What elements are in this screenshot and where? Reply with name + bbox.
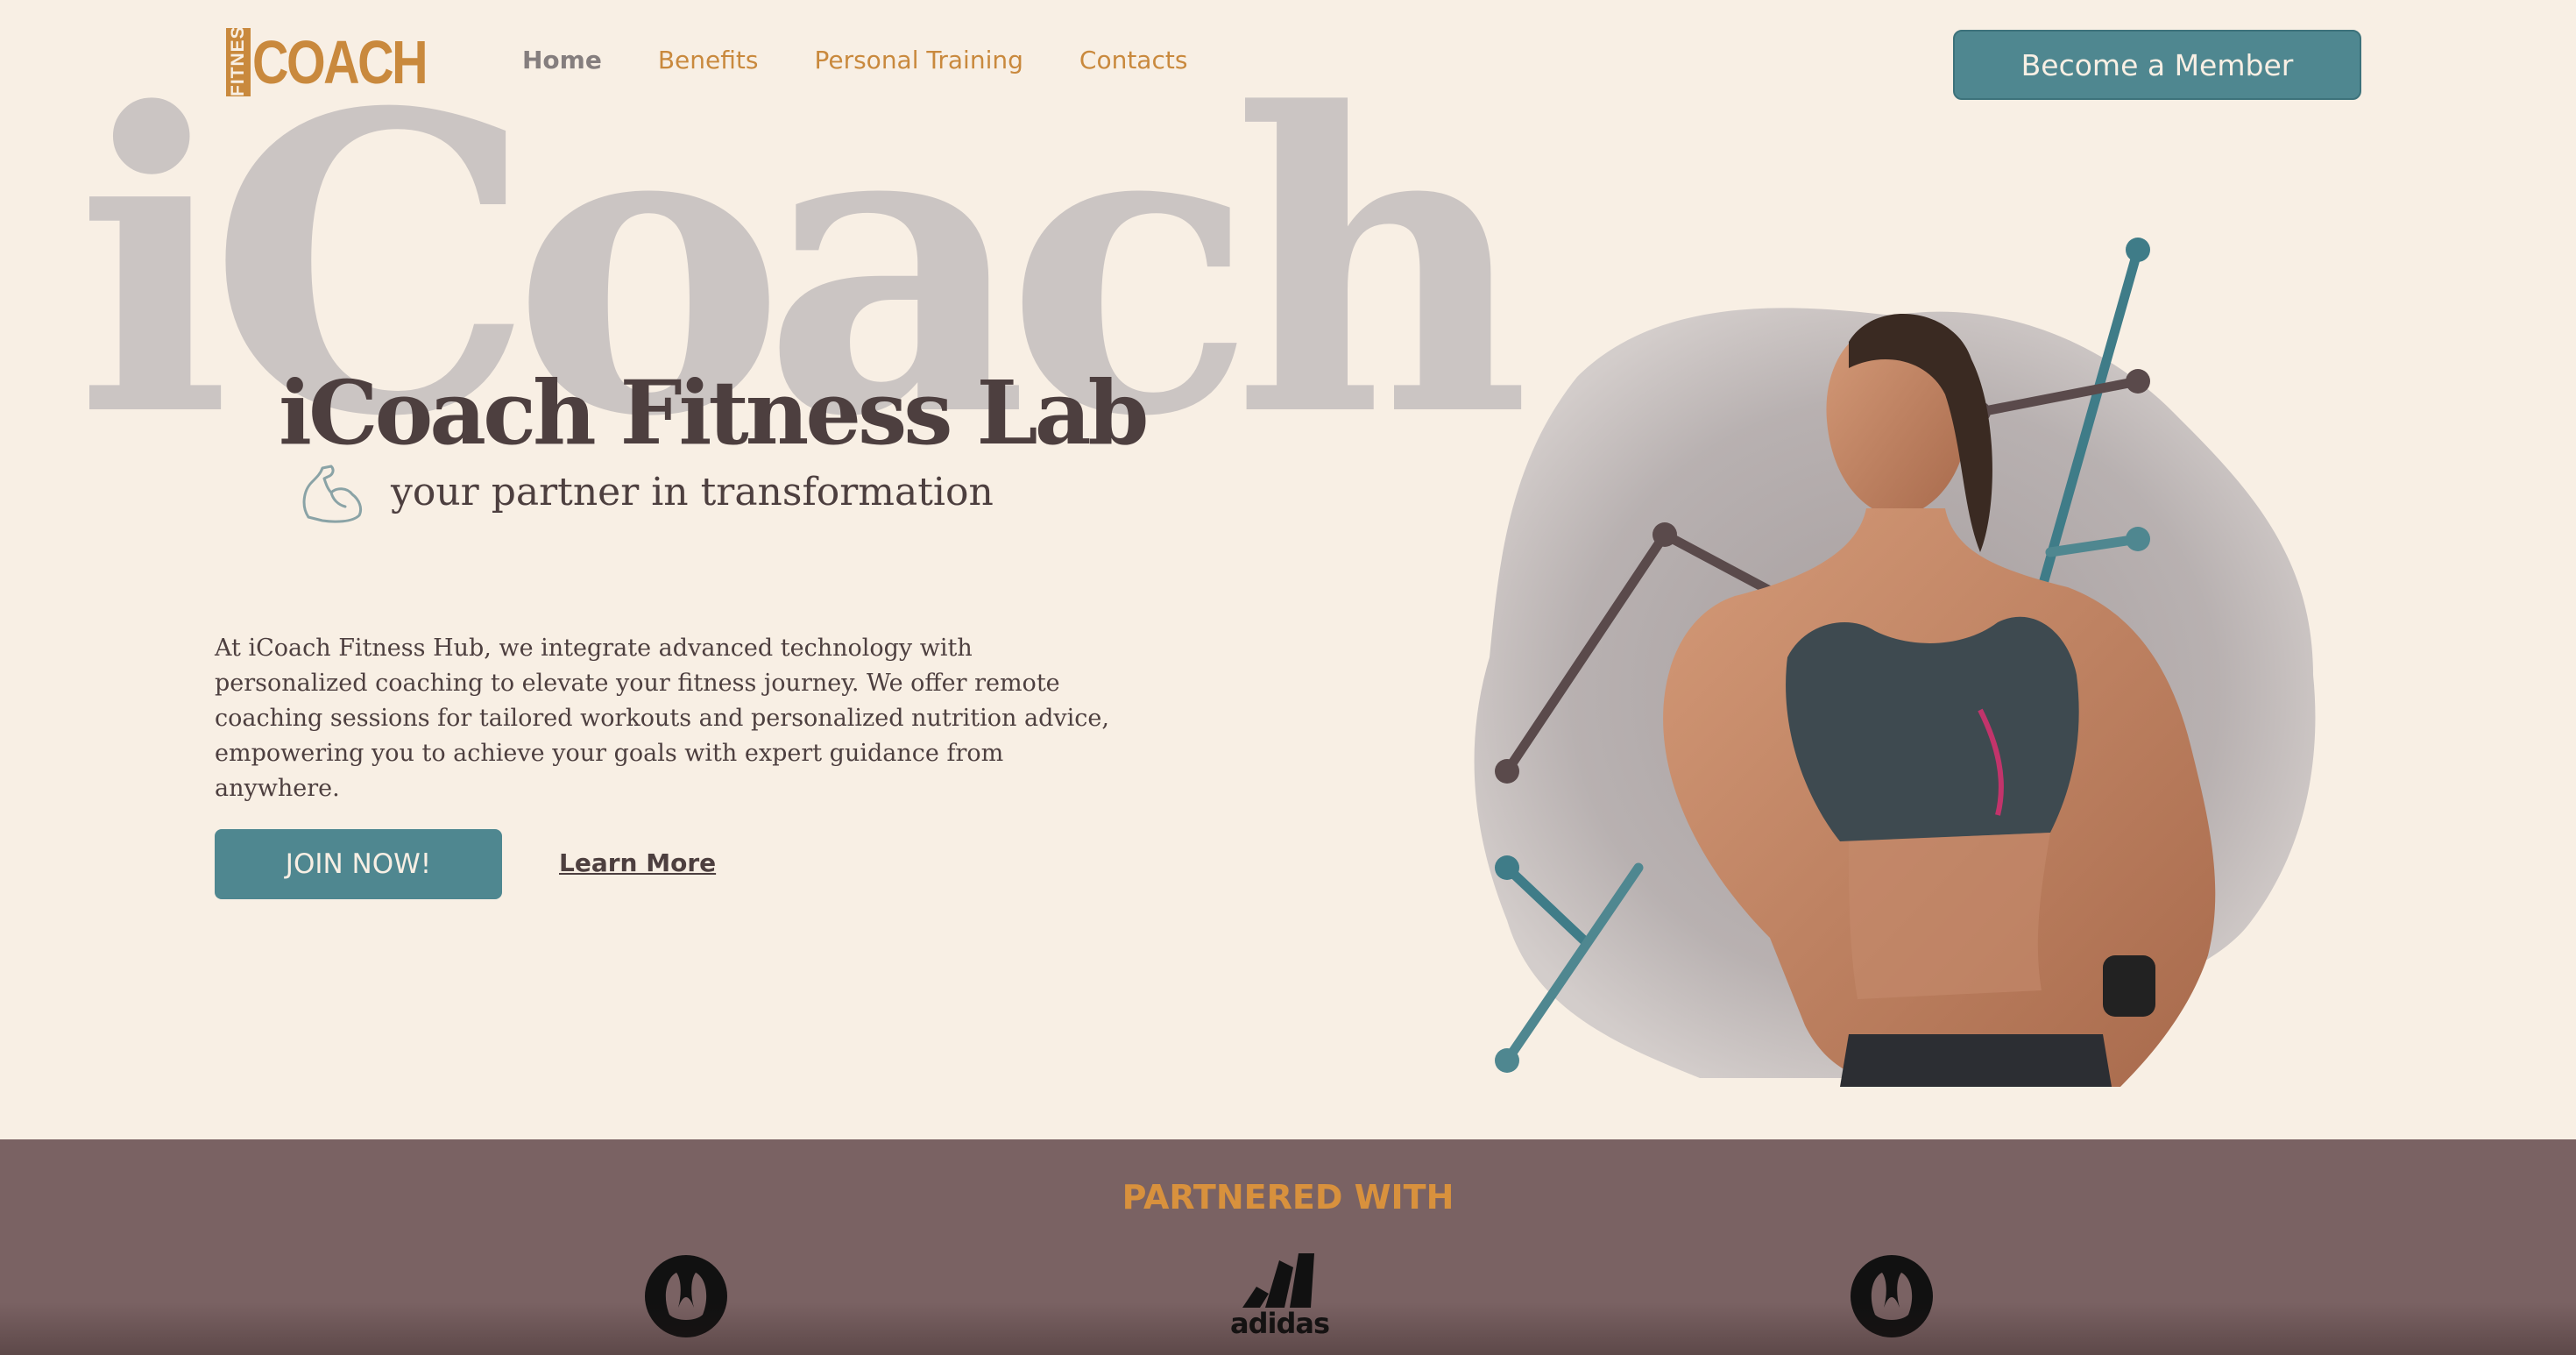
fitness-woman-illustration bbox=[1474, 238, 2316, 1087]
section-shadow bbox=[0, 1302, 2576, 1355]
hero-subtitle: your partner in transformation bbox=[391, 470, 994, 514]
flexed-arm-icon bbox=[302, 465, 363, 523]
adidas-stripes-icon bbox=[1242, 1253, 1314, 1308]
become-member-button[interactable]: Become a Member bbox=[1953, 30, 2361, 100]
hero-description: At iCoach Fitness Hub, we integrate adva… bbox=[215, 635, 1109, 802]
learn-more-link[interactable]: Learn More bbox=[559, 848, 716, 877]
partners-section: PARTNERED WITH adidas bbox=[0, 1139, 2576, 1355]
join-now-button[interactable]: JOIN NOW! bbox=[215, 829, 502, 899]
partners-title: PARTNERED WITH bbox=[1122, 1178, 1454, 1217]
hero-title: iCoach Fitness Lab bbox=[279, 361, 1149, 465]
landing-page: FITNESS COACH Home Benefits Personal Tra… bbox=[0, 0, 2576, 1355]
